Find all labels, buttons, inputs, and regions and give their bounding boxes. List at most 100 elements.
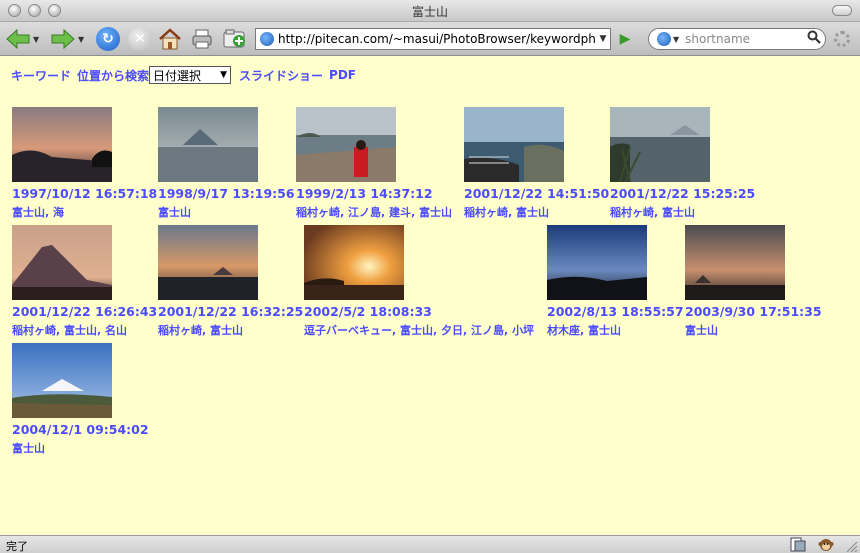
photo-tag[interactable]: 江ノ島 (471, 324, 504, 337)
photo-time[interactable]: 2001/12/22 16:32:25 (158, 304, 303, 319)
photo-item[interactable]: 1997/10/12 16:57:18 富士山, 海 (12, 107, 157, 220)
photo-item[interactable]: 1999/2/13 14:37:12 稲村ヶ崎, 江ノ島, 建斗, 富士山 (296, 107, 452, 220)
photo-tags[interactable]: 富士山, 海 (12, 204, 157, 220)
photo-tag[interactable]: 富士山 (400, 324, 433, 337)
photo-tags[interactable]: 富士山 (685, 322, 822, 338)
photo-tag[interactable]: 建斗 (389, 206, 411, 219)
search-engine-icon[interactable] (657, 32, 671, 46)
photo-tag[interactable]: 稲村ヶ崎 (464, 206, 508, 219)
back-button[interactable]: ▼ (5, 26, 39, 52)
select-arrow-icon: ▼ (220, 70, 228, 80)
photo-item[interactable]: 2001/12/22 16:32:25 稲村ヶ崎, 富士山 (158, 225, 303, 338)
photo-thumbnail[interactable] (610, 107, 710, 182)
slideshow-link[interactable]: スライドショー (239, 67, 323, 84)
photo-time[interactable]: 2002/5/2 18:08:33 (304, 304, 534, 319)
forward-history-icon[interactable]: ▼ (78, 35, 84, 44)
photo-tags[interactable]: 稲村ヶ崎, 富士山 (464, 204, 609, 220)
photo-item[interactable]: 2002/5/2 18:08:33 逗子バーベキュー, 富士山, 夕日, 江ノ島… (304, 225, 534, 338)
forward-button[interactable]: ▼ (50, 26, 84, 52)
photo-thumbnail[interactable] (296, 107, 396, 182)
photo-time[interactable]: 1997/10/12 16:57:18 (12, 186, 157, 201)
photo-tag[interactable]: 材木座 (547, 324, 580, 337)
monkey-extension-icon[interactable] (818, 537, 834, 552)
reload-button[interactable]: ↻ (96, 26, 120, 52)
photo-time[interactable]: 2002/8/13 18:55:57 (547, 304, 684, 319)
photo-time[interactable]: 2001/12/22 15:25:25 (610, 186, 755, 201)
photo-tag[interactable]: 稲村ヶ崎 (296, 206, 340, 219)
photo-tag[interactable]: 稲村ヶ崎 (610, 206, 654, 219)
photo-tag[interactable]: 富士山 (12, 442, 45, 455)
photo-thumbnail[interactable] (12, 225, 112, 300)
photo-item[interactable]: 2001/12/22 14:51:50 稲村ヶ崎, 富士山 (464, 107, 609, 220)
photo-time[interactable]: 1999/2/13 14:37:12 (296, 186, 452, 201)
photo-tags[interactable]: 稲村ヶ崎, 江ノ島, 建斗, 富士山 (296, 204, 452, 220)
url-history-dropdown-icon[interactable]: ▼ (596, 34, 610, 44)
photo-thumbnail[interactable] (685, 225, 785, 300)
photo-tag[interactable]: 富士山 (210, 324, 243, 337)
photo-item[interactable]: 1998/9/17 13:19:56 富士山 (158, 107, 295, 220)
resize-grip-icon[interactable] (842, 537, 858, 552)
photo-thumbnail[interactable] (547, 225, 647, 300)
photo-tag[interactable]: 小坪 (512, 324, 534, 337)
photo-tags[interactable]: 稲村ヶ崎, 富士山, 名山 (12, 322, 157, 338)
page-info-icon[interactable] (790, 537, 806, 552)
pdf-link[interactable]: PDF (329, 68, 356, 82)
photo-time[interactable]: 2004/12/1 09:54:02 (12, 422, 149, 437)
photo-item[interactable]: 2001/12/22 16:26:43 稲村ヶ崎, 富士山, 名山 (12, 225, 157, 338)
photo-thumbnail[interactable] (464, 107, 564, 182)
photo-time[interactable]: 2001/12/22 14:51:50 (464, 186, 609, 201)
photo-tags[interactable]: 逗子バーベキュー, 富士山, 夕日, 江ノ島, 小坪 (304, 322, 534, 338)
date-select[interactable]: 日付選択 ▼ (149, 66, 232, 84)
add-bookmark-button[interactable] (222, 26, 248, 52)
search-engine-dropdown-icon[interactable]: ▼ (673, 35, 679, 44)
photo-tag[interactable]: 江ノ島 (348, 206, 381, 219)
photo-tag[interactable]: 富士山 (662, 206, 695, 219)
photo-tag[interactable]: 稲村ヶ崎 (12, 324, 56, 337)
photo-time[interactable]: 2003/9/30 17:51:35 (685, 304, 822, 319)
photo-tag[interactable]: 海 (53, 206, 64, 219)
photo-tag[interactable]: 名山 (105, 324, 127, 337)
back-history-icon[interactable]: ▼ (33, 35, 39, 44)
status-bar: 完了 (0, 535, 860, 553)
photo-item[interactable]: 2003/9/30 17:51:35 富士山 (685, 225, 822, 338)
photo-tag[interactable]: 稲村ヶ崎 (158, 324, 202, 337)
photo-thumbnail[interactable] (12, 343, 112, 418)
photo-thumbnail[interactable] (158, 107, 258, 182)
photo-tag[interactable]: 富士山 (64, 324, 97, 337)
photo-tag[interactable]: 富士山 (685, 324, 718, 337)
status-text: 完了 (6, 540, 28, 553)
magnifier-icon[interactable] (807, 30, 825, 48)
photo-tag[interactable]: 富士山 (516, 206, 549, 219)
search-field[interactable]: ▼ shortname (648, 28, 826, 50)
photo-tags[interactable]: 稲村ヶ崎, 富士山 (610, 204, 755, 220)
go-button[interactable]: ▶ (616, 30, 634, 48)
url-text[interactable]: http://pitecan.com/~masui/PhotoBrowser/k… (278, 32, 596, 46)
photo-time[interactable]: 1998/9/17 13:19:56 (158, 186, 295, 201)
photo-thumbnail[interactable] (158, 225, 258, 300)
keyword-link[interactable]: キーワード (11, 67, 71, 84)
photo-thumbnail[interactable] (304, 225, 404, 300)
stop-button[interactable]: ✕ (128, 26, 152, 52)
home-button[interactable] (158, 26, 182, 52)
print-button[interactable] (190, 26, 214, 52)
photo-tags[interactable]: 稲村ヶ崎, 富士山 (158, 322, 303, 338)
location-search-link[interactable]: 位置から検索 (77, 67, 149, 84)
photo-tag[interactable]: 富士山 (158, 206, 191, 219)
photo-tag[interactable]: 富士山 (588, 324, 621, 337)
photo-time[interactable]: 2001/12/22 16:26:43 (12, 304, 157, 319)
photo-tag[interactable]: 富士山 (419, 206, 452, 219)
toolbar-toggle-button[interactable] (832, 5, 852, 16)
photo-item[interactable]: 2004/12/1 09:54:02 富士山 (12, 343, 149, 456)
photo-item[interactable]: 2001/12/22 15:25:25 稲村ヶ崎, 富士山 (610, 107, 755, 220)
forward-arrow-icon (51, 28, 75, 50)
photo-tag[interactable]: 夕日 (441, 324, 463, 337)
photo-tag[interactable]: 逗子バーベキュー (304, 324, 392, 337)
photo-tag[interactable]: 富士山 (12, 206, 45, 219)
photo-tags[interactable]: 材木座, 富士山 (547, 322, 684, 338)
photo-thumbnail[interactable] (12, 107, 112, 182)
url-bar[interactable]: http://pitecan.com/~masui/PhotoBrowser/k… (255, 28, 611, 50)
search-placeholder[interactable]: shortname (685, 32, 807, 46)
photo-item[interactable]: 2002/8/13 18:55:57 材木座, 富士山 (547, 225, 684, 338)
photo-tags[interactable]: 富士山 (158, 204, 295, 220)
photo-tags[interactable]: 富士山 (12, 440, 149, 456)
